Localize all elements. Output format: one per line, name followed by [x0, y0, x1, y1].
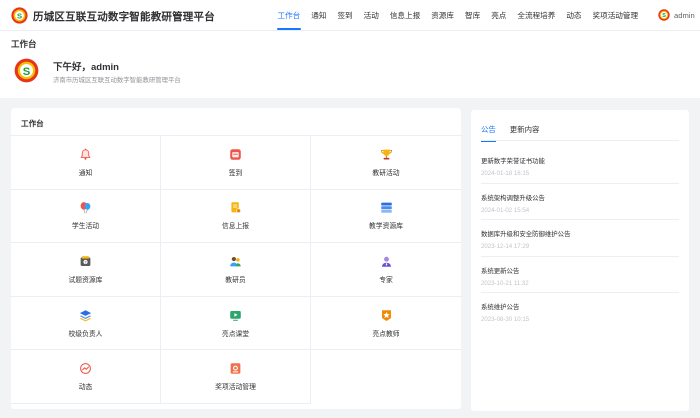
calendar-icon	[230, 149, 241, 160]
tile-highlight-teachers[interactable]: 亮点教师	[311, 297, 461, 351]
question-bank-icon: ?	[80, 256, 91, 266]
star-badge-icon	[381, 309, 391, 321]
bell-icon	[80, 148, 91, 160]
workspace-card: 工作台 通知 签到 教研活动 学生活动 信息上报 教学资源库 ? 试题资源库 教…	[11, 108, 461, 409]
trophy-icon	[380, 149, 392, 160]
tile-highlight-classroom[interactable]: 亮点课堂	[161, 296, 311, 351]
page-title: 工作台	[11, 39, 37, 49]
workspace-title: 工作台	[21, 119, 44, 128]
announcement-title: 系统维护公告	[481, 304, 520, 311]
user-avatar-icon: S	[658, 9, 670, 21]
tile-research-activity[interactable]: 教研活动	[311, 136, 461, 190]
announcement-date: 2023-08-30 10:15	[481, 316, 530, 323]
balloon-icon	[80, 202, 91, 214]
tile-info-report[interactable]: 信息上报	[161, 189, 311, 244]
tile-label: 试题资源库	[68, 276, 103, 284]
announcement-title: 系统更新公告	[481, 267, 520, 275]
tile-label: 动态	[78, 384, 93, 392]
list-item[interactable]: 系统维护公告 2023-08-30 10:15	[481, 293, 679, 330]
tile-school-leaders[interactable]: 校级负责人	[11, 296, 161, 351]
announcement-list: 更新数字荣誉证书功能 2024-01-18 16:15 系统架构调整升级公告 2…	[481, 147, 679, 330]
announcement-title: 更新数字荣誉证书功能	[481, 158, 545, 165]
site-title: 历城区互联互动数字智能教研管理平台	[33, 11, 215, 23]
nav-award-management[interactable]: 奖项活动管理	[587, 0, 644, 31]
report-icon	[231, 202, 242, 214]
nav-think-tank[interactable]: 智库	[460, 0, 486, 31]
nav-highlights[interactable]: 亮点	[486, 0, 512, 31]
svg-text:S: S	[23, 66, 31, 78]
tile-label: 奖项活动管理	[215, 384, 256, 392]
organization-text: 济南市历城区互联互动数字智能教研管理平台	[53, 77, 181, 84]
tile-signin[interactable]: 签到	[161, 136, 311, 190]
nav-notice[interactable]: 通知	[306, 0, 332, 31]
tile-notice[interactable]: 通知	[11, 136, 161, 190]
announcement-date: 2024-01-18 16:15	[481, 170, 530, 177]
greeting-text: 下午好，admin	[53, 62, 119, 73]
nav-resources[interactable]: 资源库	[426, 0, 460, 31]
nav-activity[interactable]: 活动	[358, 0, 384, 31]
announcement-title: 系统架构调整升级公告	[481, 194, 545, 202]
tile-label: 学生活动	[71, 223, 100, 231]
tile-question-bank[interactable]: ? 试题资源库	[11, 243, 161, 297]
list-item[interactable]: 更新数字荣誉证书功能 2024-01-18 16:15	[481, 147, 679, 184]
user-menu[interactable]: S admin	[658, 9, 695, 21]
list-item[interactable]: 系统架构调整升级公告 2024-01-02 15:54	[481, 184, 679, 220]
nav-news[interactable]: 动态	[561, 0, 587, 31]
layers-icon	[79, 309, 92, 322]
tile-label: 教研活动	[372, 169, 400, 177]
nav-signin[interactable]: 签到	[332, 0, 358, 31]
tile-label: 亮点教师	[372, 330, 400, 338]
tile-label: 专家	[379, 276, 393, 284]
tile-researchers[interactable]: 教研员	[161, 243, 311, 297]
tile-label: 通知	[78, 169, 93, 177]
tile-news[interactable]: 动态	[11, 350, 161, 404]
avatar: S	[14, 58, 39, 83]
top-header: S 历城区互联互动数字智能教研管理平台 工作台 通知 签到 活动 信息上报 资源…	[0, 0, 700, 31]
tile-label: 教学资源库	[369, 223, 403, 231]
svg-text:S: S	[17, 12, 22, 21]
announcement-date: 2023-10-21 11:32	[481, 279, 529, 287]
welcome-panel: 工作台 S 下午好，admin 济南市历城区互联互动数字智能教研管理平台	[0, 31, 700, 98]
tile-label: 教研员	[225, 276, 246, 284]
award-icon	[230, 363, 241, 374]
people-icon	[230, 256, 241, 267]
list-item[interactable]: 数据库升级和安全防御维护公告 2023-12-14 17:29	[481, 220, 679, 257]
platform-logo-icon[interactable]: S	[11, 7, 28, 24]
tile-teaching-resources[interactable]: 教学资源库	[311, 190, 461, 244]
tab-divider	[481, 140, 679, 141]
tile-student-activity[interactable]: 学生活动	[11, 189, 161, 244]
main-nav: 工作台 通知 签到 活动 信息上报 资源库 智库 亮点 全流程培养 动态 奖项活…	[272, 0, 644, 31]
announcement-date: 2024-01-02 15:54	[481, 206, 530, 214]
tile-label: 签到	[228, 169, 243, 177]
announcement-date: 2023-12-14 17:29	[481, 243, 530, 250]
announcement-title: 数据库升级和安全防御维护公告	[481, 231, 571, 238]
video-icon	[230, 310, 241, 321]
tile-label: 校级负责人	[68, 330, 103, 338]
expert-icon	[381, 256, 391, 267]
workspace-grid: 通知 签到 教研活动 学生活动 信息上报 教学资源库 ? 试题资源库 教研员 专…	[11, 135, 461, 404]
trend-icon	[80, 363, 91, 375]
nav-report[interactable]: 信息上报	[384, 0, 425, 31]
tile-experts[interactable]: 专家	[311, 243, 461, 297]
tile-label: 亮点课堂	[221, 330, 250, 338]
user-name: admin	[674, 10, 695, 20]
announcements-card: 公告 更新内容 更新数字荣誉证书功能 2024-01-18 16:15 系统架构…	[471, 110, 689, 411]
nav-workbench[interactable]: 工作台	[272, 0, 306, 31]
nav-full-training[interactable]: 全流程培养	[512, 0, 561, 31]
list-item[interactable]: 系统更新公告 2023-10-21 11:32	[481, 257, 679, 293]
svg-text:S: S	[662, 13, 666, 19]
tile-label: 信息上报	[221, 223, 250, 231]
tile-award-management[interactable]: 奖项活动管理	[161, 350, 311, 404]
database-icon	[380, 203, 392, 214]
